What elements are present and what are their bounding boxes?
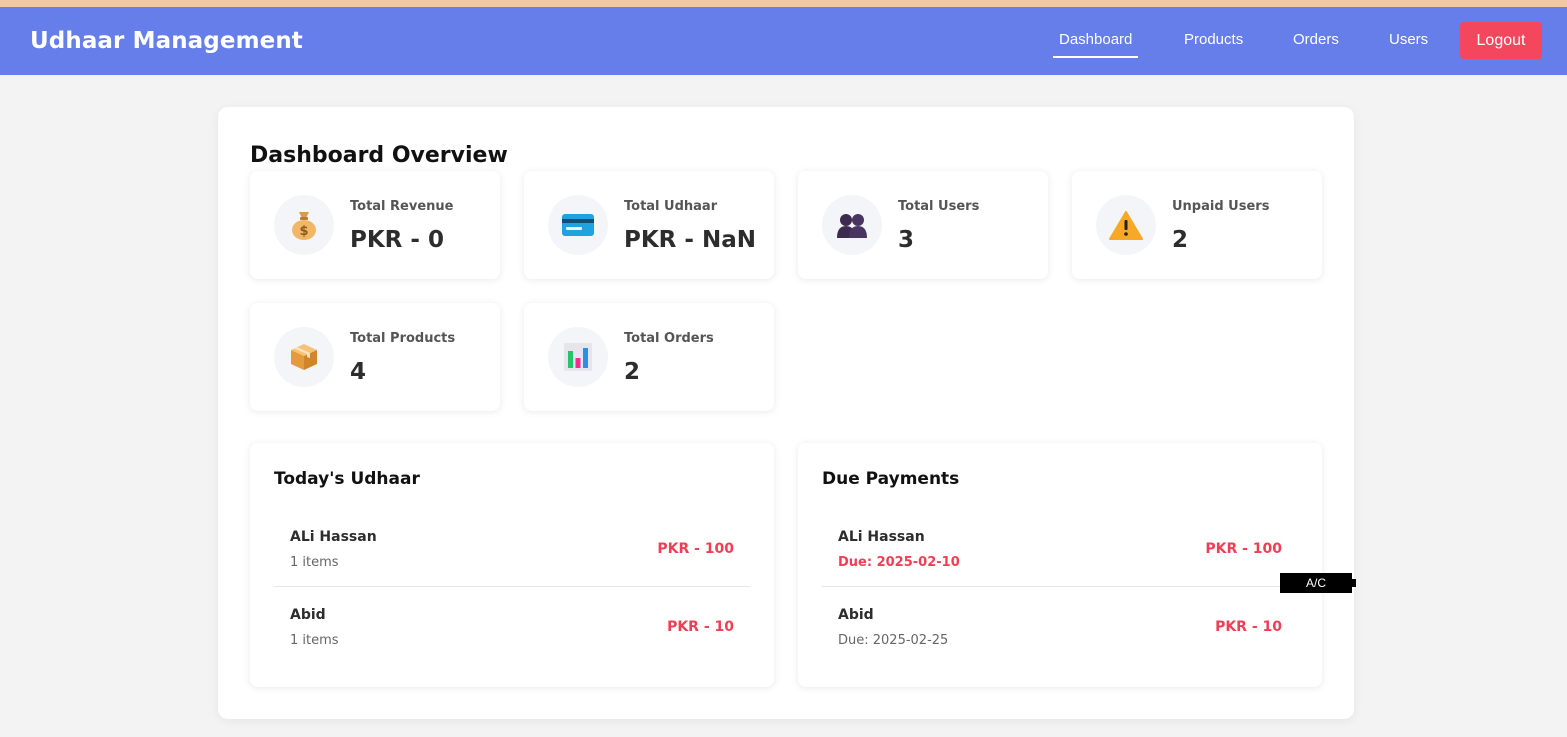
stat-value: 4 <box>350 359 367 385</box>
stat-value: PKR - 0 <box>350 227 444 253</box>
list-item[interactable]: Abid Due: 2025-02-25 PKR - 10 <box>822 587 1298 665</box>
top-accent-strip <box>0 0 1567 7</box>
users-icon <box>822 195 882 255</box>
todays-udhaar-panel: Today's Udhaar ALi Hassan 1 items PKR - … <box>250 443 774 687</box>
customer-name: ALi Hassan <box>838 529 925 545</box>
nav-link-products[interactable]: Products <box>1184 31 1243 48</box>
customer-name: ALi Hassan <box>290 529 377 545</box>
stat-label: Total Orders <box>624 331 714 346</box>
page-title: Dashboard Overview <box>250 143 508 168</box>
navbar: Udhaar Management Dashboard Products Ord… <box>0 7 1567 75</box>
logout-button[interactable]: Logout <box>1460 22 1542 59</box>
dashboard-container: Dashboard Overview $ Total Revenue PKR -… <box>218 107 1354 719</box>
package-icon <box>274 327 334 387</box>
bar-chart-icon <box>548 327 608 387</box>
stat-label: Total Users <box>898 199 980 214</box>
list-item[interactable]: ALi Hassan 1 items PKR - 100 <box>274 509 750 587</box>
credit-card-icon <box>548 195 608 255</box>
list-item[interactable]: Abid 1 items PKR - 10 <box>274 587 750 665</box>
due-date: Due: 2025-02-25 <box>838 633 949 648</box>
list-item[interactable]: ALi Hassan Due: 2025-02-10 PKR - 100 <box>822 509 1298 587</box>
item-count: 1 items <box>290 633 339 648</box>
stat-card-total-orders: Total Orders 2 <box>524 303 774 411</box>
stat-value: 2 <box>1172 227 1189 253</box>
amount: PKR - 10 <box>1215 619 1282 635</box>
stat-label: Unpaid Users <box>1172 199 1270 214</box>
warning-icon <box>1096 195 1156 255</box>
stat-label: Total Revenue <box>350 199 454 214</box>
amount: PKR - 100 <box>1205 541 1282 557</box>
amount: PKR - 100 <box>657 541 734 557</box>
stat-card-total-users: Total Users 3 <box>798 171 1048 279</box>
svg-text:$: $ <box>299 224 308 239</box>
stat-card-total-revenue: $ Total Revenue PKR - 0 <box>250 171 500 279</box>
stat-card-total-udhaar: Total Udhaar PKR - NaN <box>524 171 774 279</box>
customer-name: Abid <box>290 607 326 623</box>
stat-value: PKR - NaN <box>624 227 756 253</box>
customer-name: Abid <box>838 607 874 623</box>
nav-link-dashboard[interactable]: Dashboard <box>1052 31 1139 58</box>
panel-title: Today's Udhaar <box>274 469 420 489</box>
stat-label: Total Udhaar <box>624 199 718 214</box>
stat-label: Total Products <box>350 331 456 346</box>
stat-card-unpaid-users: Unpaid Users 2 <box>1072 171 1322 279</box>
due-payments-panel: Due Payments ALi Hassan Due: 2025-02-10 … <box>798 443 1322 687</box>
nav-link-orders[interactable]: Orders <box>1293 31 1339 48</box>
panel-title: Due Payments <box>822 469 960 489</box>
nav-link-users[interactable]: Users <box>1389 31 1428 48</box>
money-bag-icon: $ <box>274 195 334 255</box>
item-count: 1 items <box>290 555 339 570</box>
stat-value: 3 <box>898 227 915 253</box>
amount: PKR - 10 <box>667 619 734 635</box>
brand-title[interactable]: Udhaar Management <box>30 28 303 54</box>
stat-card-total-products: Total Products 4 <box>250 303 500 411</box>
stat-value: 2 <box>624 359 641 385</box>
due-date: Due: 2025-02-10 <box>838 555 960 570</box>
tooltip: A/C <box>1280 573 1356 593</box>
